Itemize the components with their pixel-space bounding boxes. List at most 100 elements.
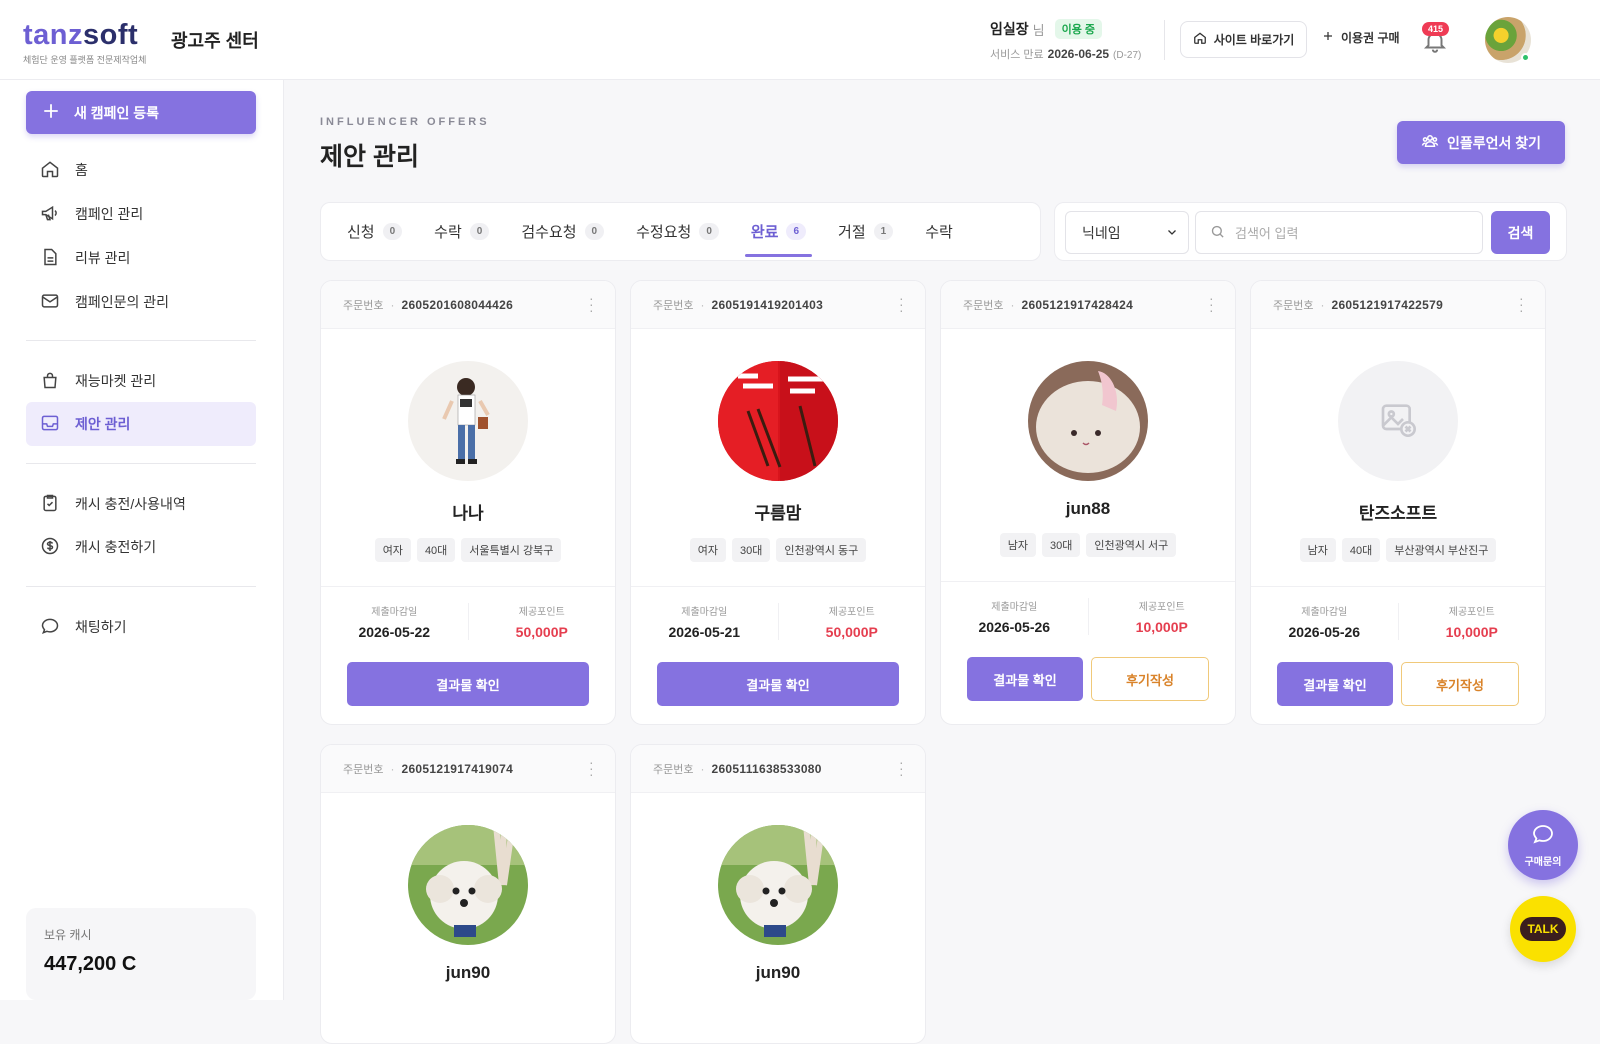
point-value: 50,000P: [825, 624, 878, 640]
search-input[interactable]: 검색어 입력: [1195, 211, 1483, 254]
sidebar-item-cash-history[interactable]: 캐시 충전/사용내역: [26, 482, 256, 526]
user-name: 임실장: [990, 21, 1029, 37]
search-button[interactable]: 검색: [1491, 211, 1550, 254]
card-actions: 결과물 확인: [631, 640, 925, 724]
view-result-button[interactable]: 결과물 확인: [967, 657, 1083, 701]
service-expire: 서비스 만료 2026-06-25 (D-27): [990, 46, 1141, 62]
plus-icon: [42, 102, 60, 123]
site-shortcut-button[interactable]: 사이트 바로가기: [1180, 21, 1307, 58]
tab-inspection-requested[interactable]: 검수요청 0: [505, 203, 620, 260]
offer-card[interactable]: 주문번호 · 2605121917422579 · · · 탄즈소프트 남자 40대 부산광역시 …: [1250, 280, 1546, 725]
point-label: 제공포인트: [1448, 607, 1495, 618]
purchase-inquiry-button[interactable]: 구매문의: [1508, 810, 1578, 880]
order-number-label: 주문번호: [1273, 299, 1314, 312]
expire-label: 서비스 만료: [990, 49, 1044, 61]
order-number: 2605111638533080: [711, 761, 822, 776]
influencer-name: jun88: [1065, 499, 1111, 518]
tab-count: 0: [584, 223, 605, 240]
order-number-label: 주문번호: [343, 299, 384, 312]
sidebar-divider: [26, 586, 256, 587]
view-result-button[interactable]: 결과물 확인: [347, 662, 589, 706]
sidebar-item-chat[interactable]: 채팅하기: [26, 605, 256, 649]
view-result-button[interactable]: 결과물 확인: [1277, 662, 1393, 706]
point-label: 제공포인트: [1138, 602, 1185, 613]
card-header: 주문번호 · 2605121917428424 · · ·: [941, 281, 1235, 329]
user-info: 임실장 님 이용 중 서비스 만료 2026-06-25 (D-27): [990, 19, 1141, 62]
user-suffix: 님: [1032, 22, 1045, 38]
more-options-icon[interactable]: · · ·: [899, 755, 904, 781]
offer-info: 제출마감일 2026-05-26 제공포인트 10,000P: [941, 581, 1235, 635]
offer-card[interactable]: 주문번호 · 2605121917419074 · · · jun90: [320, 744, 616, 1044]
site-shortcut-label: 사이트 바로가기: [1213, 33, 1295, 47]
logo-text-tanz: tanz: [23, 19, 83, 51]
clipboard-check-icon: [40, 493, 60, 516]
profile-photo: [718, 361, 838, 481]
sidebar-item-offers[interactable]: 제안 관리: [26, 402, 256, 446]
offer-info: 제출마감일 2026-05-22 제공포인트 50,000P: [321, 586, 615, 640]
plus-icon: [1322, 30, 1334, 45]
deadline-value: 2026-05-26: [1288, 624, 1361, 640]
profile-tags: 여자 40대 서울특별시 강북구: [321, 538, 615, 562]
tab-revision-requested[interactable]: 수정요청 0: [620, 203, 735, 260]
new-campaign-button[interactable]: 새 캠페인 등록: [26, 91, 256, 134]
online-status-dot: [1521, 53, 1530, 62]
offer-card[interactable]: 주문번호 · 2605111638533080 · · · jun90: [630, 744, 926, 1044]
sidebar-item-reviews[interactable]: 리뷰 관리: [26, 236, 256, 280]
point-value: 50,000P: [515, 624, 568, 640]
find-influencer-button[interactable]: 인플루언서 찾기: [1397, 121, 1565, 164]
sidebar-item-label: 홈: [75, 162, 88, 178]
kakao-talk-button[interactable]: TALK: [1510, 896, 1576, 962]
order-number-label: 주문번호: [963, 299, 1004, 312]
order-number-label: 주문번호: [343, 763, 384, 776]
offer-card[interactable]: 주문번호 · 2605121917428424 · · · jun88 남자 30대 인천광역시 …: [940, 280, 1236, 725]
profile-tag: 30대: [1041, 533, 1081, 557]
influencer-name: 구름맘: [754, 504, 802, 523]
more-options-icon[interactable]: · · ·: [899, 291, 904, 317]
write-review-button[interactable]: 후기작성: [1091, 657, 1209, 701]
sidebar-item-home[interactable]: 홈: [26, 148, 256, 192]
tab-label: 수락: [434, 224, 462, 241]
tab-rejected[interactable]: 거절 1: [822, 203, 909, 260]
write-review-button[interactable]: 후기작성: [1401, 662, 1519, 706]
profile-tag: 남자: [1299, 538, 1336, 562]
sidebar-item-label: 캐시 충전/사용내역: [75, 496, 186, 512]
sidebar-item-label: 캠페인문의 관리: [75, 294, 170, 310]
order-number-label: 주문번호: [653, 299, 694, 312]
tab-accept-overflow[interactable]: 수락: [909, 203, 969, 260]
logo-tagline: 체험단 운영 플랫폼 전문제작업체: [23, 55, 147, 65]
deadline-label: 제출마감일: [1301, 607, 1348, 618]
users-icon: [1421, 132, 1439, 153]
separator-dot: ·: [390, 297, 395, 312]
tab-completed[interactable]: 완료 6: [735, 203, 822, 260]
chat-icon: [40, 616, 60, 639]
tab-accepted[interactable]: 수락 0: [418, 203, 505, 260]
more-options-icon[interactable]: · · ·: [589, 755, 594, 781]
offer-card[interactable]: 주문번호 · 2605191419201403 · · · 구름맘 여자 30대 인천광역시 동구…: [630, 280, 926, 725]
offer-card[interactable]: 주문번호 · 2605201608044426 · · · 나나 여자 40대 서울특별시 강북구…: [320, 280, 616, 725]
sidebar-item-campaign-inquiries[interactable]: 캠페인문의 관리: [26, 280, 256, 324]
order-number: 2605121917422579: [1331, 297, 1444, 312]
view-result-button[interactable]: 결과물 확인: [657, 662, 899, 706]
sidebar-item-cash-charge[interactable]: 캐시 충전하기: [26, 525, 256, 569]
status-tabs: 신청 0 수락 0 검수요청 0 수정요청 0 완료 6 거절 1 수락: [320, 202, 1041, 261]
tab-applied[interactable]: 신청 0: [331, 203, 418, 260]
sidebar-item-talent-market[interactable]: 재능마켓 관리: [26, 359, 256, 403]
logo[interactable]: tanzsoft 체험단 운영 플랫폼 전문제작업체: [23, 20, 146, 66]
more-options-icon[interactable]: · · ·: [1209, 291, 1214, 317]
more-options-icon[interactable]: · · ·: [589, 291, 594, 317]
order-number: 2605191419201403: [711, 297, 824, 312]
status-badge: 이용 중: [1054, 19, 1103, 39]
page-eyebrow: INFLUENCER OFFERS: [320, 116, 490, 128]
separator-dot: ·: [700, 297, 705, 312]
influencer-name: jun90: [445, 963, 491, 982]
sidebar-item-campaigns[interactable]: 캠페인 관리: [26, 192, 256, 236]
influencer-name: jun90: [755, 963, 801, 982]
card-header: 주문번호 · 2605121917422579 · · ·: [1251, 281, 1545, 329]
tab-label: 거절: [838, 224, 866, 241]
more-options-icon[interactable]: · · ·: [1519, 291, 1524, 317]
buy-pass-link[interactable]: 이용권 구매: [1322, 29, 1400, 46]
search-field-select[interactable]: 닉네임: [1065, 211, 1189, 254]
influencer-name: 나나: [452, 504, 484, 523]
sidebar-item-label: 캐시 충전하기: [75, 539, 157, 555]
cash-label: 보유 캐시: [44, 928, 92, 942]
